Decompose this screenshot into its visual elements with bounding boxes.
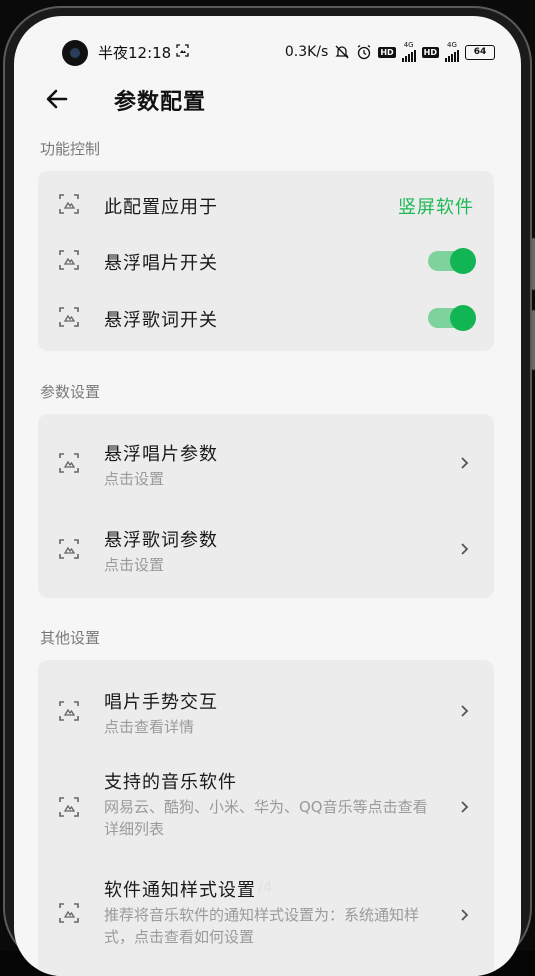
screenshot-icon	[176, 44, 189, 57]
row-apply-to[interactable]: 此配置应用于 竖屏软件	[38, 171, 494, 235]
section-label-params: 参数设置	[40, 383, 101, 401]
float-disc-toggle[interactable]	[428, 248, 476, 274]
row-subtitle-supported: 网易云、酷狗、小米、华为、QQ音乐等点击查看详细列表	[104, 798, 428, 838]
signal-1: 4G	[401, 41, 416, 62]
placeholder-image-icon	[59, 903, 79, 923]
chevron-right-icon	[461, 457, 469, 469]
row-disc-params[interactable]: 悬浮唱片参数 点击设置	[38, 414, 494, 506]
apply-to-value[interactable]: 竖屏软件	[398, 193, 474, 219]
row-float-lyrics: 悬浮歌词开关	[38, 289, 494, 347]
status-time: 半夜12:18	[98, 44, 172, 62]
row-title-float-disc: 悬浮唱片开关	[104, 253, 218, 274]
status-right: 0.3K/s HD 4G HD 4G 64	[285, 42, 495, 62]
row-lyrics-params[interactable]: 悬浮歌词参数 点击设置	[38, 506, 494, 594]
card-other: 唱片手势交互 点击查看详情 支持的音乐软件 网易云、酷狗、小米、华为、QQ音乐等…	[38, 660, 494, 976]
section-label-function: 功能控制	[40, 140, 101, 158]
page-title: 参数配置	[114, 90, 207, 115]
row-float-disc: 悬浮唱片开关	[38, 231, 494, 289]
placeholder-image-icon	[59, 250, 79, 270]
row-notify-style[interactable]: 软件通知样式设置 推荐将音乐软件的通知样式设置为：系统通知样式，点击查看如何设置	[38, 858, 494, 968]
front-camera	[62, 40, 88, 66]
mute-bell-icon	[335, 45, 349, 59]
row-title-float-lyrics: 悬浮歌词开关	[104, 310, 218, 331]
placeholder-image-icon	[59, 194, 79, 214]
screen: 半夜12:18 0.3K/s HD 4G HD 4G 64 参数配置 功能控制 …	[14, 16, 521, 976]
battery-icon: 64	[465, 44, 495, 60]
chevron-right-icon	[461, 543, 469, 555]
signal-bars-icon-2	[445, 49, 459, 62]
placeholder-image-icon	[59, 797, 79, 817]
row-subtitle-disc-params: 点击设置	[104, 470, 165, 488]
alarm-icon	[357, 44, 371, 60]
chevron-right-icon	[461, 909, 469, 921]
card-function: 此配置应用于 竖屏软件 悬浮唱片开关 悬浮歌词开关	[38, 171, 494, 351]
hd-badge-2: HD	[421, 46, 439, 58]
placeholder-image-icon	[59, 453, 79, 473]
page-watermark: /4	[258, 878, 273, 896]
row-gesture[interactable]: 唱片手势交互 点击查看详情	[38, 660, 494, 750]
chevron-right-icon	[461, 705, 469, 717]
row-subtitle-notify: 推荐将音乐软件的通知样式设置为：系统通知样式，点击查看如何设置	[104, 906, 420, 946]
row-subtitle-gesture: 点击查看详情	[104, 718, 195, 736]
net-type-2: 4G	[447, 41, 457, 49]
placeholder-image-icon	[59, 307, 79, 327]
placeholder-image-icon	[59, 539, 79, 559]
row-title-supported: 支持的音乐软件	[104, 772, 237, 793]
row-title-lyrics-params: 悬浮歌词参数	[104, 530, 218, 551]
row-title-notify: 软件通知样式设置	[104, 880, 256, 901]
back-arrow-icon[interactable]	[44, 86, 70, 112]
phone-frame: 半夜12:18 0.3K/s HD 4G HD 4G 64 参数配置 功能控制 …	[0, 0, 535, 976]
hd-badge: HD	[378, 46, 396, 58]
row-title-apply-to: 此配置应用于	[104, 197, 218, 218]
status-bar: 半夜12:18 0.3K/s HD 4G HD 4G 64	[14, 16, 521, 76]
net-speed: 0.3K/s	[284, 44, 329, 60]
card-params: 悬浮唱片参数 点击设置 悬浮歌词参数 点击设置	[38, 414, 494, 598]
row-supported-apps[interactable]: 支持的音乐软件 网易云、酷狗、小米、华为、QQ音乐等点击查看详细列表	[38, 752, 494, 856]
signal-2: 4G	[445, 42, 459, 62]
section-label-other: 其他设置	[40, 629, 101, 647]
net-type: 4G	[403, 41, 414, 49]
row-subtitle-lyrics-params: 点击设置	[104, 556, 165, 574]
row-title-gesture: 唱片手势交互	[104, 692, 218, 713]
float-lyrics-toggle[interactable]	[428, 305, 476, 331]
row-title-disc-params: 悬浮唱片参数	[104, 444, 218, 465]
signal-bars-icon	[401, 49, 416, 62]
placeholder-image-icon	[59, 701, 79, 721]
chevron-right-icon	[461, 801, 469, 813]
